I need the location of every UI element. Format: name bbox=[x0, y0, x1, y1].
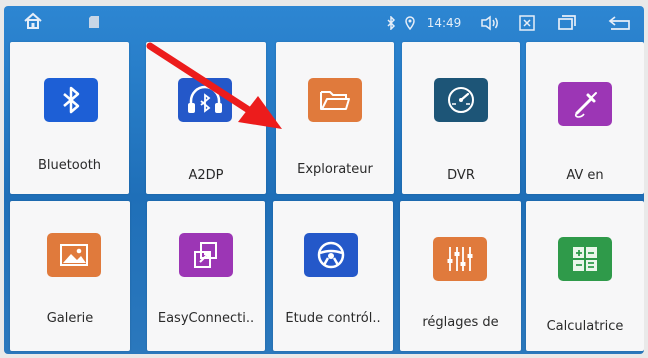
speedometer-icon bbox=[434, 78, 488, 122]
app-tile-a2dp[interactable]: A2DP bbox=[146, 42, 266, 194]
car-head-unit-screen: 14:49 Bluetooth A2DP Explorateur DVR AV … bbox=[4, 6, 644, 354]
app-tile-bluetooth[interactable]: Bluetooth bbox=[10, 42, 129, 194]
app-tile-dvr[interactable]: DVR bbox=[402, 42, 520, 194]
folder-icon bbox=[308, 78, 362, 122]
av-cable-icon bbox=[558, 82, 612, 126]
app-label: Étude contról.. bbox=[285, 311, 381, 326]
home-icon[interactable] bbox=[22, 10, 44, 32]
app-tile-calculatrice[interactable]: Calculatrice bbox=[526, 201, 644, 351]
sd-card-icon bbox=[88, 15, 100, 29]
bluetooth-icon bbox=[44, 78, 98, 122]
app-label: AV en bbox=[566, 168, 604, 183]
app-tile-etude-controle[interactable]: Étude contról.. bbox=[273, 201, 393, 351]
app-label: Galerie bbox=[46, 311, 94, 326]
app-tile-reglages[interactable]: réglages de bbox=[400, 201, 521, 351]
bluetooth-icon bbox=[385, 16, 397, 30]
clock: 14:49 bbox=[426, 16, 462, 30]
volume-icon[interactable] bbox=[479, 14, 501, 32]
app-tile-easyconnection[interactable]: EasyConnecti.. bbox=[147, 201, 265, 351]
equalizer-icon bbox=[433, 237, 487, 281]
easyconnect-icon bbox=[179, 233, 233, 277]
gallery-icon bbox=[47, 233, 101, 277]
app-label: Explorateur bbox=[297, 162, 373, 177]
steering-wheel-icon bbox=[304, 233, 358, 277]
app-label: DVR bbox=[447, 168, 475, 183]
app-label: réglages de bbox=[422, 315, 499, 330]
app-label: Calculatrice bbox=[546, 319, 624, 334]
back-icon[interactable] bbox=[606, 14, 634, 32]
status-bar: 14:49 bbox=[4, 6, 644, 42]
app-tile-av-en[interactable]: AV en bbox=[526, 42, 644, 194]
app-label: EasyConnecti.. bbox=[157, 311, 255, 326]
app-tile-explorateur[interactable]: Explorateur bbox=[276, 42, 394, 194]
app-label: Bluetooth bbox=[37, 158, 102, 173]
app-label: A2DP bbox=[188, 168, 224, 183]
location-icon bbox=[404, 15, 416, 31]
app-tile-galerie[interactable]: Galerie bbox=[10, 201, 130, 351]
calculator-icon bbox=[558, 237, 612, 281]
window-icon[interactable] bbox=[557, 13, 577, 33]
close-icon[interactable] bbox=[518, 14, 536, 32]
headphones-icon bbox=[178, 78, 232, 122]
